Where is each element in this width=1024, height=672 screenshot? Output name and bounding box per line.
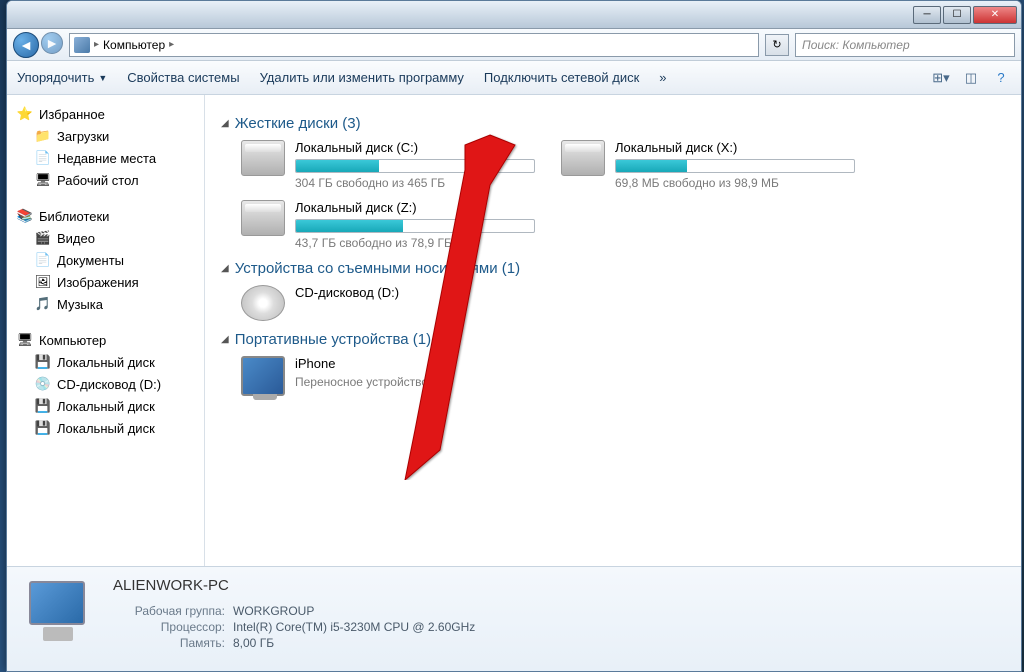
ram-value: 8,00 ГБ bbox=[233, 636, 274, 650]
sidebar-libraries[interactable]: 📚Библиотеки bbox=[7, 205, 204, 227]
navigation-pane: ⭐Избранное 📁Загрузки 📄Недавние места 🖥Ра… bbox=[7, 95, 205, 566]
device-type: Переносное устройство bbox=[295, 375, 521, 389]
computer-large-icon bbox=[23, 577, 93, 647]
sidebar-downloads[interactable]: 📁Загрузки bbox=[7, 125, 204, 147]
device-iphone[interactable]: iPhone Переносное устройство bbox=[241, 356, 521, 396]
device-icon bbox=[241, 356, 285, 396]
section-hard-drives[interactable]: ◢Жесткие диски (3) bbox=[221, 115, 1005, 132]
close-button[interactable]: ✕ bbox=[973, 6, 1017, 24]
hdd-icon bbox=[241, 140, 285, 176]
computer-name: ALIENWORK-PC bbox=[113, 577, 475, 594]
sidebar-desktop[interactable]: 🖥Рабочий стол bbox=[7, 169, 204, 191]
sidebar-documents[interactable]: 📄Документы bbox=[7, 249, 204, 271]
chevron-down-icon: ▼ bbox=[98, 73, 107, 83]
collapse-icon: ◢ bbox=[221, 118, 229, 129]
toolbar: Упорядочить▼ Свойства системы Удалить ил… bbox=[7, 61, 1021, 95]
breadcrumb[interactable]: Компьютер bbox=[103, 38, 165, 52]
drive-icon: 💾 bbox=[35, 420, 51, 436]
map-network-drive-button[interactable]: Подключить сетевой диск bbox=[484, 70, 639, 85]
computer-icon bbox=[74, 37, 90, 53]
section-removable[interactable]: ◢Устройства со съемными носителями (1) bbox=[221, 260, 1005, 277]
uninstall-program-button[interactable]: Удалить или изменить программу bbox=[260, 70, 464, 85]
drive-label: Локальный диск (Z:) bbox=[295, 200, 535, 215]
desktop-icon: 🖥 bbox=[35, 172, 51, 188]
drive-label: CD-дисковод (D:) bbox=[295, 285, 521, 300]
hdd-icon bbox=[561, 140, 605, 176]
star-icon: ⭐ bbox=[17, 106, 33, 122]
refresh-button[interactable]: ↻ bbox=[765, 34, 789, 56]
explorer-window: ─ ☐ ✕ ◄ ► ▸ Компьютер ▸ ↻ Поиск: Компьют… bbox=[6, 0, 1022, 672]
sidebar-video[interactable]: 🎬Видео bbox=[7, 227, 204, 249]
computer-icon: 🖥 bbox=[17, 332, 33, 348]
video-icon: 🎬 bbox=[35, 230, 51, 246]
recent-icon: 📄 bbox=[35, 150, 51, 166]
section-portable[interactable]: ◢Портативные устройства (1) bbox=[221, 331, 1005, 348]
sidebar-music[interactable]: 🎵Музыка bbox=[7, 293, 204, 315]
pictures-icon: 🖼 bbox=[35, 274, 51, 290]
help-icon[interactable]: ? bbox=[991, 68, 1011, 88]
cd-icon: 💿 bbox=[35, 376, 51, 392]
sidebar-local-disk[interactable]: 💾Локальный диск bbox=[7, 351, 204, 373]
cpu-label: Процессор: bbox=[113, 620, 233, 634]
system-properties-button[interactable]: Свойства системы bbox=[127, 70, 239, 85]
drive-cd[interactable]: CD-дисковод (D:) bbox=[241, 285, 521, 321]
drive-x[interactable]: Локальный диск (X:) 69,8 МБ свободно из … bbox=[561, 140, 841, 190]
drive-icon: 💾 bbox=[35, 354, 51, 370]
collapse-icon: ◢ bbox=[221, 263, 229, 274]
sidebar-local-disk[interactable]: 💾Локальный диск bbox=[7, 395, 204, 417]
capacity-bar bbox=[295, 219, 535, 233]
hdd-icon bbox=[241, 200, 285, 236]
drive-icon: 💾 bbox=[35, 398, 51, 414]
sidebar-cd-drive[interactable]: 💿CD-дисковод (D:) bbox=[7, 373, 204, 395]
minimize-button[interactable]: ─ bbox=[913, 6, 941, 24]
sidebar-local-disk[interactable]: 💾Локальный диск bbox=[7, 417, 204, 439]
documents-icon: 📄 bbox=[35, 252, 51, 268]
back-button[interactable]: ◄ bbox=[13, 32, 39, 58]
organize-menu[interactable]: Упорядочить▼ bbox=[17, 70, 107, 85]
preview-pane-icon[interactable]: ◫ bbox=[961, 68, 981, 88]
drive-c[interactable]: Локальный диск (C:) 304 ГБ свободно из 4… bbox=[241, 140, 521, 190]
sidebar-pictures[interactable]: 🖼Изображения bbox=[7, 271, 204, 293]
maximize-button[interactable]: ☐ bbox=[943, 6, 971, 24]
capacity-text: 43,7 ГБ свободно из 78,9 ГБ bbox=[295, 236, 535, 250]
drive-label: Локальный диск (X:) bbox=[615, 140, 855, 155]
ram-label: Память: bbox=[113, 636, 233, 650]
content-area: ◢Жесткие диски (3) Локальный диск (C:) 3… bbox=[205, 95, 1021, 566]
music-icon: 🎵 bbox=[35, 296, 51, 312]
forward-button[interactable]: ► bbox=[41, 32, 63, 54]
device-label: iPhone bbox=[295, 356, 521, 371]
cpu-value: Intel(R) Core(TM) i5-3230M CPU @ 2.60GHz bbox=[233, 620, 475, 634]
folder-icon: 📁 bbox=[35, 128, 51, 144]
workgroup-value: WORKGROUP bbox=[233, 604, 314, 618]
titlebar: ─ ☐ ✕ bbox=[7, 1, 1021, 29]
drive-z[interactable]: Локальный диск (Z:) 43,7 ГБ свободно из … bbox=[241, 200, 521, 250]
chevron-icon: ▸ bbox=[94, 39, 99, 50]
drive-label: Локальный диск (C:) bbox=[295, 140, 535, 155]
libraries-icon: 📚 bbox=[17, 208, 33, 224]
address-input[interactable]: ▸ Компьютер ▸ bbox=[69, 33, 759, 57]
cd-icon bbox=[241, 285, 285, 321]
capacity-text: 69,8 МБ свободно из 98,9 МБ bbox=[615, 176, 855, 190]
capacity-bar bbox=[295, 159, 535, 173]
sidebar-favorites[interactable]: ⭐Избранное bbox=[7, 103, 204, 125]
address-bar: ◄ ► ▸ Компьютер ▸ ↻ Поиск: Компьютер bbox=[7, 29, 1021, 61]
workgroup-label: Рабочая группа: bbox=[113, 604, 233, 618]
chevron-icon: ▸ bbox=[169, 39, 174, 50]
sidebar-recent[interactable]: 📄Недавние места bbox=[7, 147, 204, 169]
details-pane: ALIENWORK-PC Рабочая группа:WORKGROUP Пр… bbox=[7, 566, 1021, 671]
search-input[interactable]: Поиск: Компьютер bbox=[795, 33, 1015, 57]
view-options-icon[interactable]: ⊞▾ bbox=[931, 68, 951, 88]
capacity-bar bbox=[615, 159, 855, 173]
toolbar-overflow[interactable]: » bbox=[659, 70, 666, 85]
collapse-icon: ◢ bbox=[221, 334, 229, 345]
capacity-text: 304 ГБ свободно из 465 ГБ bbox=[295, 176, 535, 190]
sidebar-computer[interactable]: 🖥Компьютер bbox=[7, 329, 204, 351]
